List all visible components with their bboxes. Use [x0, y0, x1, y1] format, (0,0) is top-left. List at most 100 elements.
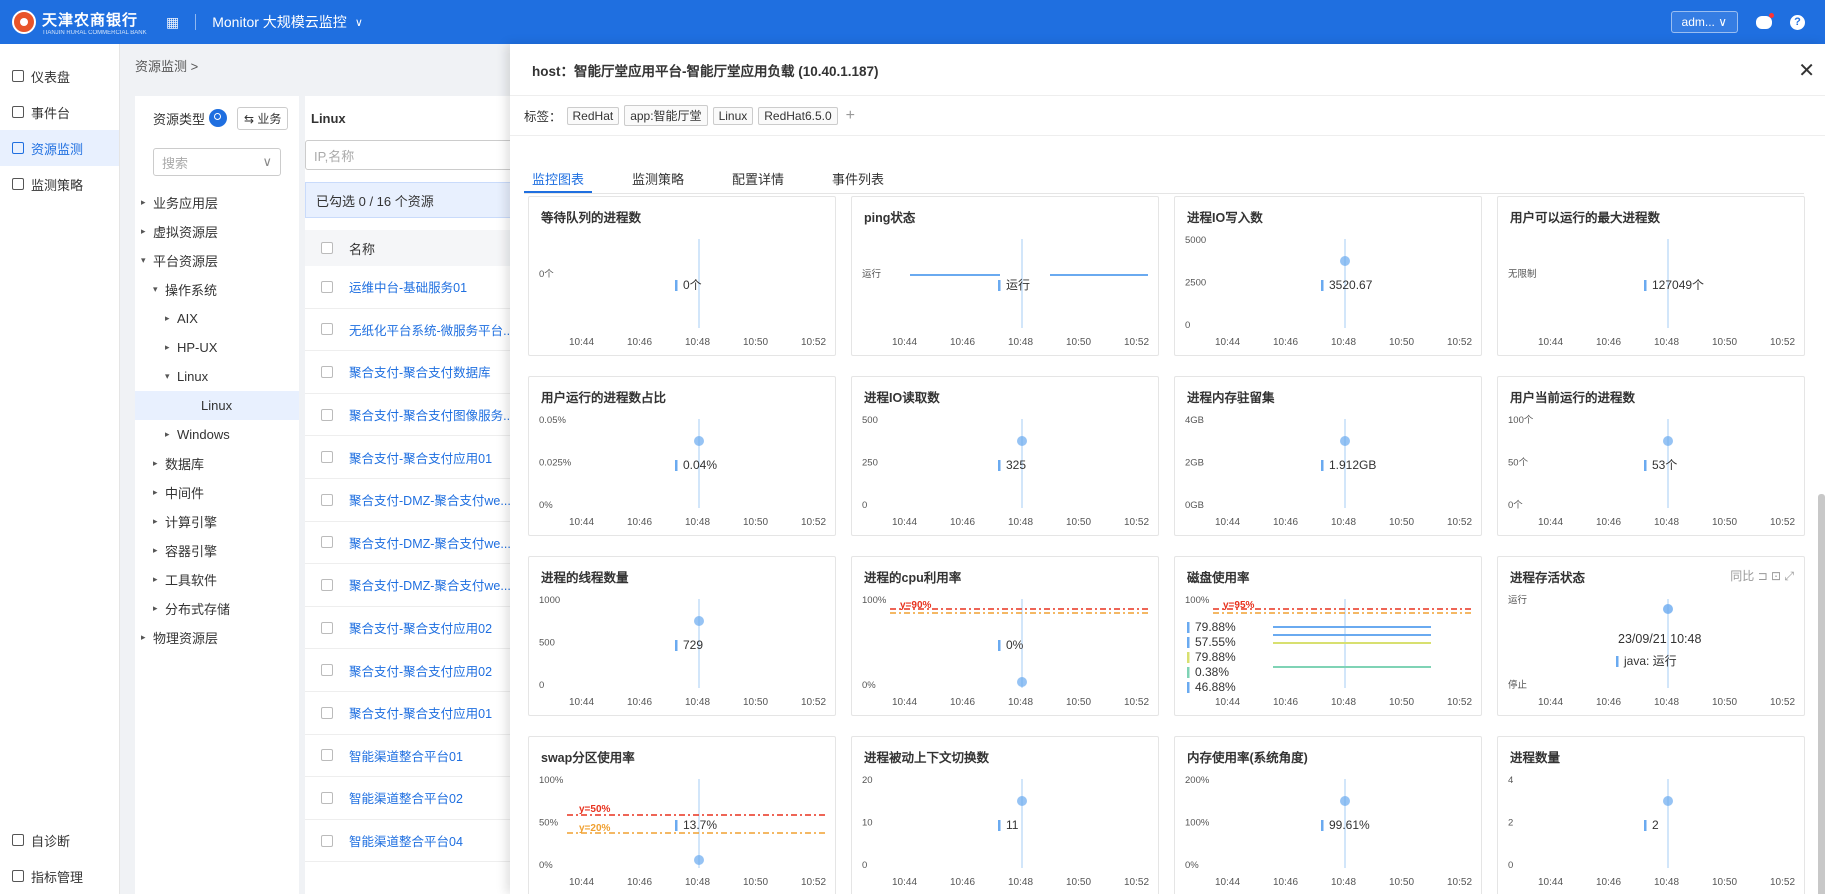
tag[interactable]: Linux	[712, 106, 754, 125]
chart-card[interactable]: 磁盘使用率 100% 10:44 10:46 10:48 10:50 10:52 y=95% 7…	[1174, 556, 1482, 716]
tab-monitor-charts[interactable]: 监控图表	[524, 166, 593, 193]
nav-item-metric-management[interactable]: 指标管理	[0, 858, 119, 894]
help-icon[interactable]: ?	[1790, 14, 1805, 30]
table-row[interactable]: 聚合支付-DMZ-聚合支付we...	[305, 522, 520, 565]
resource-name-link[interactable]: 智能渠道整合平台04	[349, 831, 463, 850]
tree-node[interactable]: ▸ 中间件	[135, 478, 299, 507]
row-checkbox[interactable]	[321, 536, 333, 549]
resource-name-link[interactable]: 聚合支付-聚合支付应用01	[349, 703, 492, 722]
tree-node[interactable]: Linux	[135, 391, 299, 420]
tree-node[interactable]: ▸ 虚拟资源层	[135, 217, 299, 246]
table-row[interactable]: 聚合支付-聚合支付应用01	[305, 692, 520, 735]
nav-item-events[interactable]: 事件台	[0, 94, 119, 130]
table-row[interactable]: 聚合支付-聚合支付应用02	[305, 649, 520, 692]
chart-card[interactable]: 内存使用率(系统角度) 200% 100% 0% 10:44 10:46 10:48 10:5…	[1174, 736, 1482, 894]
tree-search-input[interactable]: 搜索 ∨	[153, 148, 281, 176]
user-menu[interactable]: adm... ∨	[1670, 11, 1738, 33]
resource-name-link[interactable]: 聚合支付-DMZ-聚合支付we...	[349, 490, 511, 509]
row-checkbox[interactable]	[321, 408, 333, 421]
resource-name-link[interactable]: 无纸化平台系统-微服务平台...	[349, 320, 514, 339]
nav-item-self-diagnosis[interactable]: 自诊断	[0, 822, 119, 858]
breadcrumb[interactable]: 资源监测 >	[135, 56, 198, 75]
business-toggle-button[interactable]: ⇆ 业务	[237, 106, 289, 130]
row-checkbox[interactable]	[321, 323, 333, 336]
resource-name-link[interactable]: 聚合支付-聚合支付应用02	[349, 661, 492, 680]
nav-item-resource-monitor[interactable]: 资源监测	[0, 130, 119, 166]
tree-node[interactable]: ▸ 业务应用层	[135, 188, 299, 217]
chart-card[interactable]: 进程存活状态 同比 ⊐ ⊡ ⤢ 运行 停止 10:44 10:46 10:48 10:50 10…	[1497, 556, 1805, 716]
resource-name-link[interactable]: 聚合支付-DMZ-聚合支付we...	[349, 575, 511, 594]
tag[interactable]: app:智能厅堂	[624, 105, 708, 126]
chart-card[interactable]: ping状态 运行 10:44 10:46 10:48 10:50 10:52 运行	[851, 196, 1159, 356]
table-row[interactable]: 聚合支付-DMZ-聚合支付we...	[305, 564, 520, 607]
table-row[interactable]: 聚合支付-聚合支付图像服务...	[305, 394, 520, 437]
resource-name-link[interactable]: 智能渠道整合平台01	[349, 746, 463, 765]
table-row[interactable]: 聚合支付-聚合支付数据库	[305, 351, 520, 394]
search-icon[interactable]	[209, 109, 228, 127]
tree-node[interactable]: ▸ 分布式存储	[135, 594, 299, 623]
chart-card[interactable]: 进程IO读取数 500 250 0 10:44 10:46 10:48 10:50 10:52 3…	[851, 376, 1159, 536]
row-checkbox[interactable]	[321, 493, 333, 506]
row-checkbox[interactable]	[321, 664, 333, 677]
app-title[interactable]: Monitor 大规模云监控	[212, 12, 347, 32]
nav-item-dashboard[interactable]: 仪表盘	[0, 58, 119, 94]
chart-card[interactable]: 用户可以运行的最大进程数 无限制 10:44 10:46 10:48 10:50 10:52…	[1497, 196, 1805, 356]
row-checkbox[interactable]	[321, 578, 333, 591]
chart-tools[interactable]: 同比 ⊐ ⊡ ⤢	[1730, 567, 1794, 584]
tag[interactable]: RedHat6.5.0	[758, 106, 838, 125]
resource-name-link[interactable]: 智能渠道整合平台02	[349, 788, 463, 807]
resource-name-link[interactable]: 聚合支付-聚合支付应用01	[349, 448, 492, 467]
chart-card[interactable]: 用户运行的进程数占比 0.05% 0.025% 0% 10:44 10:46 10:48 10…	[528, 376, 836, 536]
resource-name-link[interactable]: 聚合支付-聚合支付应用02	[349, 618, 492, 637]
app-grid-icon[interactable]: ▦	[166, 14, 179, 31]
tree-node[interactable]: ▸ 物理资源层	[135, 623, 299, 652]
chart-card[interactable]: swap分区使用率 100% 50% 0% 10:44 10:46 10:48 10:50 10…	[528, 736, 836, 894]
row-checkbox[interactable]	[321, 280, 333, 293]
row-checkbox[interactable]	[321, 621, 333, 634]
tree-node[interactable]: ▸ 容器引擎	[135, 536, 299, 565]
table-row[interactable]: 无纸化平台系统-微服务平台...	[305, 309, 520, 352]
chart-card[interactable]: 进程的线程数量 1000 500 0 10:44 10:46 10:48 10:50 10:52…	[528, 556, 836, 716]
close-icon[interactable]: ✕	[1798, 58, 1815, 83]
resource-name-link[interactable]: 聚合支付-聚合支付图像服务...	[349, 405, 514, 424]
tree-node[interactable]: ▾ 操作系统	[135, 275, 299, 304]
tab-monitor-strategy[interactable]: 监测策略	[624, 166, 692, 193]
tree-node[interactable]: ▾ Linux	[135, 362, 299, 391]
chart-action-icons[interactable]: ⊐ ⊡ ⤢	[1754, 569, 1794, 583]
tab-event-list[interactable]: 事件列表	[824, 166, 892, 193]
tree-node[interactable]: ▸ AIX	[135, 304, 299, 333]
compare-button[interactable]: 同比	[1730, 569, 1754, 583]
resource-name-link[interactable]: 聚合支付-DMZ-聚合支付we...	[349, 533, 511, 552]
nav-item-strategy[interactable]: 监测策略	[0, 166, 119, 202]
tag[interactable]: RedHat	[566, 106, 620, 125]
tree-node[interactable]: ▸ 计算引擎	[135, 507, 299, 536]
chart-card[interactable]: 进程的cpu利用率 100% 0% 10:44 10:46 10:48 10:50 10:52…	[851, 556, 1159, 716]
table-row[interactable]: 智能渠道整合平台02	[305, 777, 520, 820]
row-checkbox[interactable]	[321, 749, 333, 762]
tree-node[interactable]: ▸ Windows	[135, 420, 299, 449]
table-row[interactable]: 聚合支付-聚合支付应用02	[305, 607, 520, 650]
ip-name-search-input[interactable]: IP,名称	[305, 140, 520, 170]
resource-name-link[interactable]: 运维中台-基础服务01	[349, 277, 467, 296]
select-all-checkbox[interactable]	[321, 242, 333, 254]
chart-card[interactable]: 进程数量 4 2 0 10:44 10:46 10:48 10:50 10:52 2	[1497, 736, 1805, 894]
chart-card[interactable]: 进程内存驻留集 4GB 2GB 0GB 10:44 10:46 10:48 10:50 10:5…	[1174, 376, 1482, 536]
row-checkbox[interactable]	[321, 365, 333, 378]
table-row[interactable]: 智能渠道整合平台01	[305, 735, 520, 778]
table-row[interactable]: 运维中台-基础服务01	[305, 266, 520, 309]
tree-node[interactable]: ▾ 平台资源层	[135, 246, 299, 275]
tree-node[interactable]: ▸ HP-UX	[135, 333, 299, 362]
table-row[interactable]: 智能渠道整合平台04	[305, 820, 520, 863]
chart-card[interactable]: 进程IO写入数 5000 2500 0 10:44 10:46 10:48 10:50 10:5…	[1174, 196, 1482, 356]
chart-card[interactable]: 进程被动上下文切换数 20 10 0 10:44 10:46 10:48 10:50 10:52…	[851, 736, 1159, 894]
tree-node[interactable]: ▸ 数据库	[135, 449, 299, 478]
add-tag-icon[interactable]: +	[846, 107, 855, 125]
row-checkbox[interactable]	[321, 834, 333, 847]
row-checkbox[interactable]	[321, 791, 333, 804]
tab-config-details[interactable]: 配置详情	[724, 166, 792, 193]
tree-node[interactable]: ▸ 工具软件	[135, 565, 299, 594]
row-checkbox[interactable]	[321, 451, 333, 464]
table-row[interactable]: 聚合支付-DMZ-聚合支付we...	[305, 479, 520, 522]
chart-card[interactable]: 用户当前运行的进程数 100个 50个 0个 10:44 10:46 10:48 10:50 1…	[1497, 376, 1805, 536]
chevron-down-icon[interactable]: ∨	[355, 16, 363, 29]
